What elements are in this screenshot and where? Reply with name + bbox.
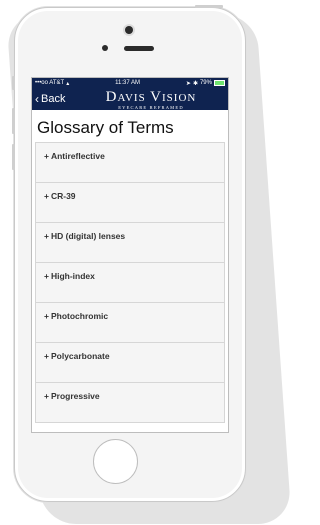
glossary-item-label: Photochromic — [50, 311, 109, 321]
plus-icon: + — [44, 231, 49, 241]
glossary-item-label: Polycarbonate — [50, 351, 110, 361]
carrier-label: •••oo AT&T — [35, 80, 65, 86]
glossary-item-progressive[interactable]: + Progressive — [35, 383, 225, 423]
wifi-icon: ▴ — [66, 80, 70, 87]
mute-switch — [12, 76, 15, 90]
plus-icon: + — [44, 311, 49, 321]
location-icon: ➤ — [185, 80, 191, 87]
back-label: Back — [41, 93, 66, 105]
glossary-item-label: High-index — [50, 271, 95, 281]
plus-icon: + — [44, 391, 49, 401]
glossary-item-label: Antireflective — [50, 151, 105, 161]
brand-logo: Davis Vision EYECARE REFRAMED — [76, 88, 226, 111]
chevron-left-icon: ‹ — [35, 92, 39, 106]
home-button[interactable] — [93, 439, 138, 484]
glossary-item-polycarbonate[interactable]: + Polycarbonate — [35, 343, 225, 383]
page-title: Glossary of Terms — [37, 118, 174, 137]
plus-icon: + — [44, 271, 49, 281]
battery-icon — [213, 80, 225, 86]
glossary-item-label: HD (digital) lenses — [50, 231, 126, 241]
plus-icon: + — [44, 351, 49, 361]
glossary-item-high-index[interactable]: + High-index — [35, 263, 225, 303]
plus-icon: + — [44, 151, 49, 161]
brand-name: Davis Vision — [105, 89, 197, 105]
front-camera — [125, 26, 133, 34]
volume-down-button — [12, 144, 15, 170]
status-bar: •••oo AT&T ▴ 11:37 AM ➤ ✱ 79% — [32, 78, 228, 88]
glossary-list: + Antireflective + CR-39 + HD (digital) len… — [35, 142, 225, 423]
screen: •••oo AT&T ▴ 11:37 AM ➤ ✱ 79% ‹ Back Dav… — [31, 77, 229, 433]
glossary-item-label: CR-39 — [50, 191, 76, 201]
plus-icon: + — [44, 191, 49, 201]
glossary-item-antireflective[interactable]: + Antireflective — [35, 143, 225, 183]
earpiece — [102, 44, 154, 52]
glossary-item-hd-lenses[interactable]: + HD (digital) lenses — [35, 223, 225, 263]
nav-bar: ‹ Back Davis Vision EYECARE REFRAMED — [32, 88, 228, 110]
glossary-item-cr-39[interactable]: + CR-39 — [35, 183, 225, 223]
battery-percent: 79% — [199, 80, 212, 86]
sensor-dot — [102, 45, 108, 51]
power-button — [195, 5, 223, 8]
back-button[interactable]: ‹ Back — [35, 92, 65, 106]
glossary-item-photochromic[interactable]: + Photochromic — [35, 303, 225, 343]
brand-tagline: EYECARE REFRAMED — [118, 105, 184, 110]
speaker-slot — [124, 45, 154, 51]
status-time: 11:37 AM — [115, 80, 141, 86]
bluetooth-icon: ✱ — [192, 80, 198, 87]
volume-up-button — [12, 108, 15, 134]
glossary-item-label: Progressive — [50, 391, 100, 401]
